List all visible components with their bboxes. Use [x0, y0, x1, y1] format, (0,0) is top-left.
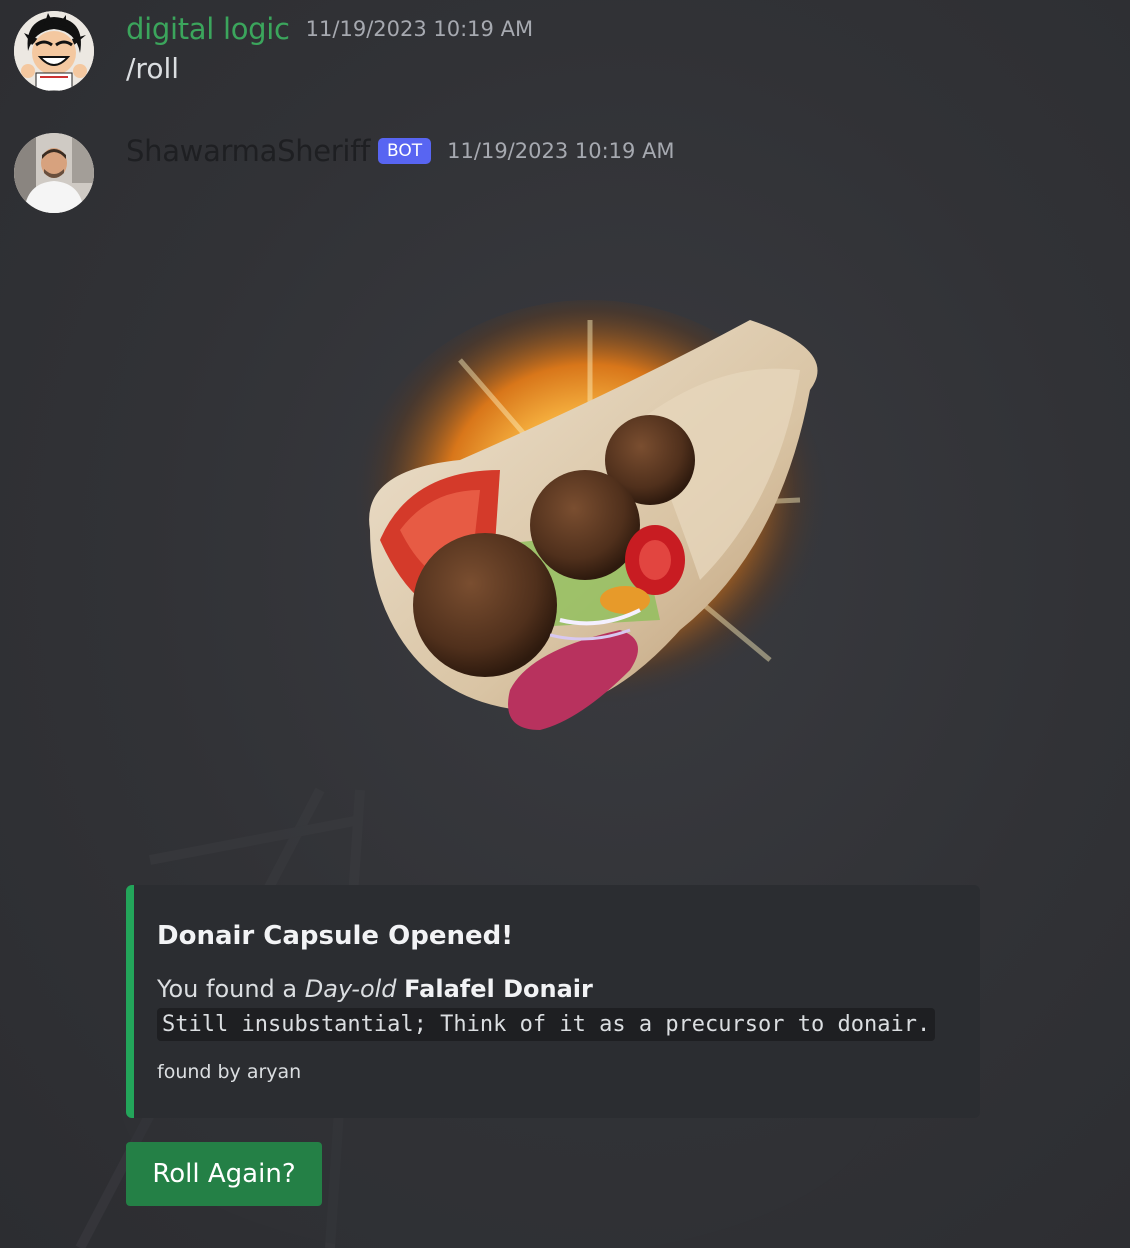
- timestamp: 11/19/2023 10:19 AM: [305, 17, 534, 41]
- message-header: digital logic 11/19/2023 10:19 AM: [126, 10, 533, 48]
- roll-again-button[interactable]: Roll Again?: [126, 1142, 322, 1206]
- bot-avatar[interactable]: [14, 133, 94, 213]
- desc-item: Falafel Donair: [404, 975, 593, 1003]
- falafel-donair-image[interactable]: [340, 300, 840, 750]
- desc-quality: Day-old: [304, 975, 397, 1003]
- message-user: digital logic 11/19/2023 10:19 AM /roll: [0, 0, 1130, 110]
- embed-footer: found by aryan: [157, 1061, 302, 1083]
- embed-card: Donair Capsule Opened! You found a Day-o…: [126, 885, 980, 1118]
- person-avatar-icon: [14, 133, 94, 213]
- embed-description: You found a Day-old Falafel Donair: [157, 975, 593, 1003]
- desc-prefix: You found a: [157, 975, 305, 1003]
- message-content: /roll: [126, 52, 180, 85]
- embed-code-block: Still insubstantial; Think of it as a pr…: [157, 1008, 936, 1041]
- embed-title: Donair Capsule Opened!: [157, 921, 514, 951]
- user-avatar[interactable]: [14, 11, 94, 91]
- timestamp: 11/19/2023 10:19 AM: [447, 139, 675, 163]
- username[interactable]: ShawarmaSheriff: [126, 134, 370, 168]
- username[interactable]: digital logic: [126, 12, 290, 46]
- anime-avatar-icon: [14, 11, 94, 91]
- bot-badge: BOT: [378, 138, 432, 164]
- message-header: ShawarmaSheriff BOT 11/19/2023 10:19 AM: [126, 132, 675, 170]
